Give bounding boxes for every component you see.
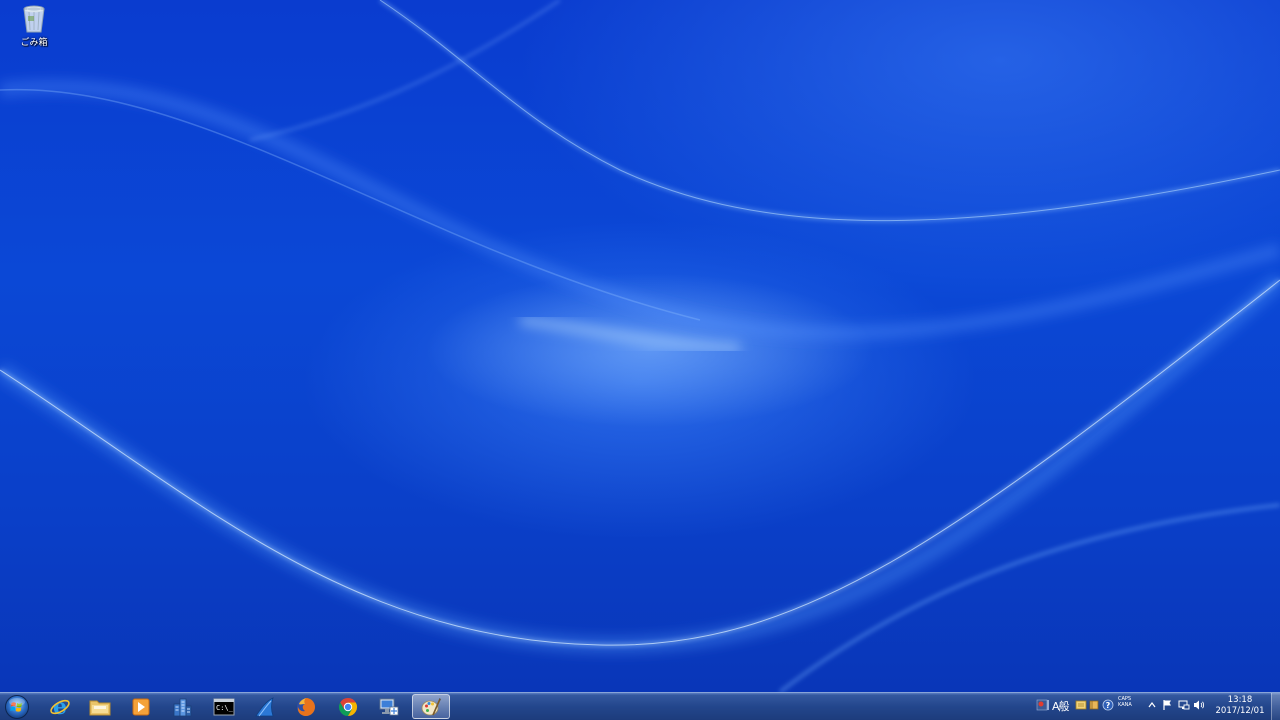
windows-start-orb-icon <box>5 695 29 719</box>
taskbar-button-remote-desktop[interactable] <box>370 694 408 719</box>
taskbar-button-internet-explorer[interactable]: e <box>41 694 79 719</box>
flag-icon <box>1163 700 1171 710</box>
desktop[interactable]: ごみ箱 <box>0 0 1280 692</box>
svg-text:?: ? <box>1106 701 1111 710</box>
tray-ime-toolbar[interactable] <box>1036 698 1050 712</box>
wallpaper-curves <box>0 0 1280 692</box>
tray-ime-dictionary-button[interactable] <box>1088 699 1100 711</box>
taskbar-button-file-explorer[interactable] <box>81 694 119 719</box>
ime-input-mode[interactable]: A般 <box>1052 698 1070 714</box>
desktop-icon-label: ごみ箱 <box>20 38 48 48</box>
desktop-icon-recycle-bin[interactable]: ごみ箱 <box>12 4 56 52</box>
shark-fin-icon <box>255 696 274 716</box>
speaker-icon <box>1194 700 1205 710</box>
firefox-icon <box>297 697 315 716</box>
show-desktop-button[interactable] <box>1271 693 1280 720</box>
network-icon <box>1178 700 1190 710</box>
tray-volume-button[interactable] <box>1193 699 1205 711</box>
taskbar-button-chrome[interactable] <box>329 694 367 719</box>
ime-pad-icon <box>1075 700 1087 710</box>
taskbar-button-media-player[interactable] <box>122 694 160 719</box>
taskbar-button-firefox[interactable] <box>287 694 325 719</box>
tray-action-center-button[interactable] <box>1162 699 1173 711</box>
taskbar-button-app-buildings[interactable] <box>163 694 201 719</box>
tray-network-button[interactable] <box>1178 699 1190 711</box>
taskbar-button-paint[interactable] <box>412 694 450 719</box>
tray-ime-help-button[interactable]: ? <box>1102 699 1114 711</box>
kana-label: KANA <box>1118 702 1132 708</box>
taskbar-button-command-prompt[interactable]: C:\_ <box>205 694 243 719</box>
folder-icon <box>89 700 111 715</box>
internet-explorer-icon: e <box>50 696 70 718</box>
svg-text:C:\_: C:\_ <box>216 704 234 712</box>
buildings-icon <box>173 698 192 716</box>
tray-caps-kana-indicator[interactable]: CAPS KANA <box>1118 696 1146 708</box>
chevron-up-icon <box>1148 702 1156 708</box>
tray-ime-pad-button[interactable] <box>1075 699 1087 711</box>
ime-indicator-icon <box>1036 699 1049 711</box>
start-button[interactable] <box>3 694 31 720</box>
taskbar-button-app-shark-fin[interactable] <box>246 694 284 719</box>
svg-text:e: e <box>53 696 67 718</box>
dictionary-icon <box>1089 700 1099 710</box>
command-prompt-icon: C:\_ <box>213 698 235 715</box>
tray-show-hidden-icons-button[interactable] <box>1148 701 1156 709</box>
clock-time: 13:18 <box>1227 695 1253 705</box>
taskbar: e C:\_ A般 ? CAPS KANA 13:18 2017/12/01 <box>0 692 1280 720</box>
remote-desktop-icon <box>379 698 399 715</box>
tray-clock[interactable]: 13:18 2017/12/01 <box>1212 695 1268 717</box>
clock-date: 2017/12/01 <box>1215 706 1265 716</box>
media-player-icon <box>132 698 150 715</box>
paint-icon <box>421 697 441 715</box>
chrome-icon <box>338 697 358 716</box>
help-icon: ? <box>1102 699 1114 711</box>
recycle-bin-icon <box>23 5 45 33</box>
